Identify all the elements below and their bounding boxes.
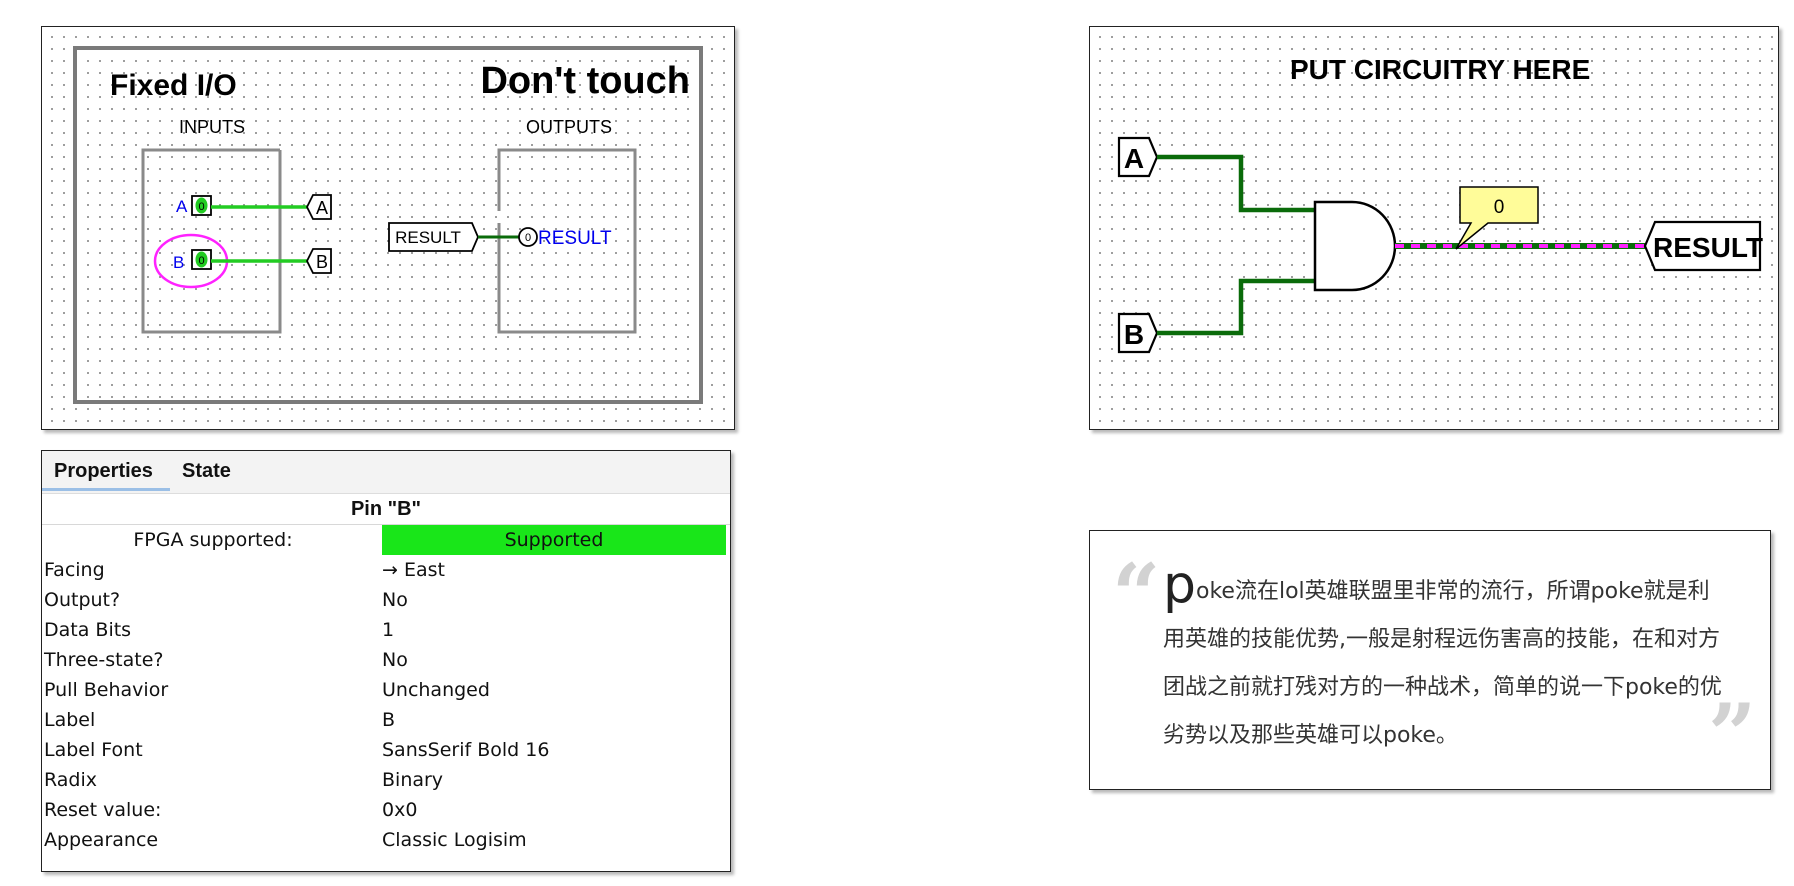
outputs-label: OUTPUTS: [526, 117, 612, 137]
and-gate[interactable]: [1313, 200, 1397, 292]
svg-text:0: 0: [198, 255, 204, 267]
property-row-fpga: FPGA supported: Supported: [42, 525, 730, 555]
circuitry-canvas[interactable]: PUT CIRCUITRY HERE A B 0 RESULT: [1089, 26, 1779, 430]
property-row-facing[interactable]: Facing → East: [42, 555, 730, 585]
property-value-supported: Supported: [382, 525, 726, 555]
property-value[interactable]: → East: [382, 559, 730, 581]
svg-text:0: 0: [1494, 197, 1505, 218]
property-name: Data Bits: [44, 619, 132, 641]
tunnel-a-left[interactable]: A: [305, 194, 332, 220]
input-pin-b[interactable]: 0: [191, 249, 212, 270]
property-value[interactable]: Classic Logisim: [382, 829, 730, 851]
wire-b-to-gate: [1157, 278, 1315, 336]
dont-touch-label: Don't touch: [480, 60, 690, 102]
svg-text:A: A: [1124, 143, 1144, 174]
property-name: FPGA supported:: [133, 529, 293, 551]
component-title: Pin "B": [42, 494, 730, 525]
wire-probe-tooltip: 0: [1455, 186, 1539, 250]
inputs-box: [141, 148, 282, 334]
property-value[interactable]: No: [382, 649, 730, 671]
tunnel-b-right[interactable]: B: [1117, 312, 1159, 354]
property-name: Three-state?: [44, 649, 164, 671]
fixed-io-title: Fixed I/O: [110, 69, 237, 102]
inputs-label: INPUTS: [179, 117, 245, 137]
tunnel-b-left[interactable]: B: [305, 248, 332, 274]
property-name: Pull Behavior: [44, 679, 169, 701]
property-value[interactable]: B: [382, 709, 730, 731]
fixed-io-diagram: Fixed I/O Don't touch INPUTS OUTPUTS A 0…: [73, 46, 703, 404]
svg-text:0: 0: [198, 201, 204, 213]
close-quote-icon: ”: [1708, 685, 1757, 784]
property-row-label-font[interactable]: Label Font SansSerif Bold 16: [42, 735, 730, 765]
property-name: Appearance: [44, 829, 159, 851]
tunnel-result-right[interactable]: RESULT: [1643, 220, 1763, 272]
property-name: Output?: [44, 589, 121, 611]
quote-drop-letter: p: [1163, 555, 1197, 615]
property-name: Label Font: [44, 739, 143, 761]
quote-card: “ poke流在lol英雄联盟里非常的流行，所谓poke就是利用英雄的技能优势,…: [1089, 530, 1771, 790]
svg-text:RESULT: RESULT: [1653, 232, 1763, 263]
tab-state[interactable]: State: [170, 451, 250, 491]
property-row-label[interactable]: Label B: [42, 705, 730, 735]
pin-b-label: B: [173, 253, 184, 272]
fixed-io-canvas[interactable]: Fixed I/O Don't touch INPUTS OUTPUTS A 0…: [41, 26, 735, 430]
open-quote-icon: “: [1112, 545, 1161, 644]
property-row-appearance[interactable]: Appearance Classic Logisim: [42, 825, 730, 855]
svg-text:B: B: [316, 252, 328, 272]
property-name: Label: [44, 709, 96, 731]
input-pin-a[interactable]: 0: [191, 195, 212, 216]
pin-a-label: A: [176, 197, 188, 216]
property-row-reset-value[interactable]: Reset value: 0x0: [42, 795, 730, 825]
property-row-data-bits[interactable]: Data Bits 1: [42, 615, 730, 645]
properties-tabs: Properties State: [42, 451, 730, 494]
property-row-pull-behavior[interactable]: Pull Behavior Unchanged: [42, 675, 730, 705]
tab-properties[interactable]: Properties: [42, 451, 170, 491]
output-result-label: RESULT: [538, 228, 612, 249]
property-name: Reset value:: [44, 799, 162, 821]
svg-text:B: B: [1124, 319, 1144, 350]
svg-text:0: 0: [525, 232, 531, 244]
tunnel-a-right[interactable]: A: [1117, 136, 1159, 178]
wire-a-to-gate: [1157, 154, 1315, 213]
property-row-output[interactable]: Output? No: [42, 585, 730, 615]
property-name: Radix: [44, 769, 98, 791]
properties-panel: Properties State Pin "B" FPGA supported:…: [41, 450, 731, 872]
quote-text: poke流在lol英雄联盟里非常的流行，所谓poke就是利用英雄的技能优势,一般…: [1163, 559, 1723, 760]
output-pin-result[interactable]: 0: [518, 227, 538, 247]
property-row-three-state[interactable]: Three-state? No: [42, 645, 730, 675]
property-value[interactable]: No: [382, 589, 730, 611]
put-circuitry-heading: PUT CIRCUITRY HERE: [1290, 54, 1590, 85]
property-value[interactable]: 1: [382, 619, 730, 641]
property-value[interactable]: SansSerif Bold 16: [382, 739, 730, 761]
property-value[interactable]: 0x0: [382, 799, 730, 821]
quote-body: oke流在lol英雄联盟里非常的流行，所谓poke就是利用英雄的技能优势,一般是…: [1163, 579, 1722, 748]
property-value[interactable]: Unchanged: [382, 679, 730, 701]
svg-text:RESULT: RESULT: [395, 228, 461, 247]
property-row-radix[interactable]: Radix Binary: [42, 765, 730, 795]
property-value[interactable]: Binary: [382, 769, 730, 791]
circuitry-diagram: PUT CIRCUITRY HERE A B 0 RESULT: [1117, 54, 1763, 354]
properties-table: FPGA supported: Supported Facing → East …: [42, 525, 730, 855]
tunnel-result-left[interactable]: RESULT: [388, 222, 479, 252]
svg-text:A: A: [316, 198, 328, 218]
property-name: Facing: [44, 559, 105, 581]
